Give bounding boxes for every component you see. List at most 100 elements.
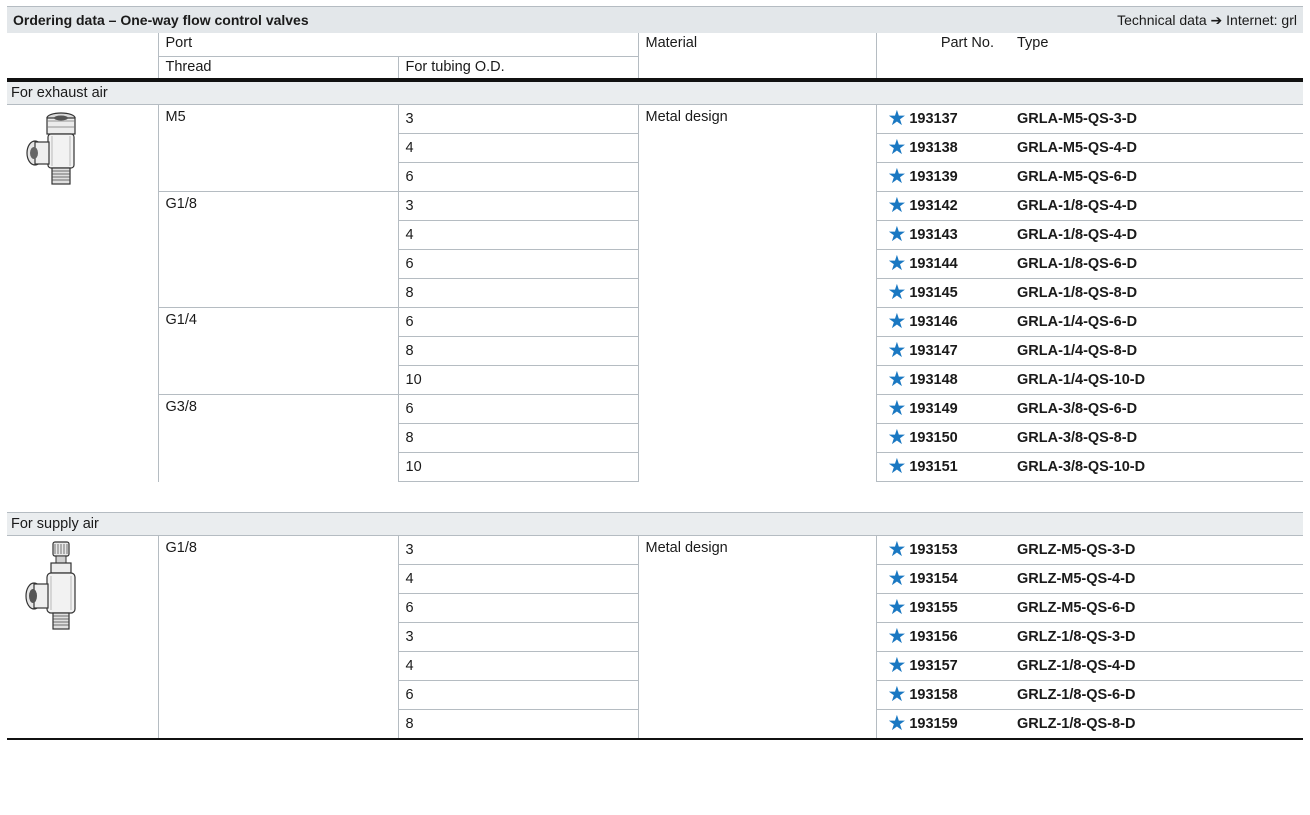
section-header-row: For supply air xyxy=(7,512,1303,536)
part-number: ★ 193153 xyxy=(884,537,958,561)
arrow-right-icon: ➔ xyxy=(1210,11,1223,28)
type-cell: GRLZ-1/8-QS-4-D xyxy=(1010,651,1303,681)
part-number: ★ 193144 xyxy=(884,251,958,275)
part-number-value: 193153 xyxy=(909,542,958,558)
part-no-cell: ★ 193154 xyxy=(876,564,1010,594)
part-number: ★ 193145 xyxy=(884,280,958,304)
type-cell: GRLZ-M5-QS-6-D xyxy=(1010,593,1303,623)
part-number: ★ 193137 xyxy=(884,106,958,130)
section-spacer xyxy=(7,481,1303,513)
part-no-cell: ★ 193156 xyxy=(876,622,1010,652)
part-no-cell: ★ 193155 xyxy=(876,593,1010,623)
star-icon: ★ xyxy=(887,624,907,648)
section-header-row: For exhaust air xyxy=(7,79,1303,105)
part-no-cell: ★ 193138 xyxy=(876,133,1010,163)
type-cell: GRLZ-M5-QS-3-D xyxy=(1010,535,1303,565)
part-number: ★ 193149 xyxy=(884,398,958,420)
header-part-no: Part No. xyxy=(876,33,1010,82)
one-way-flow-control-valve-exhaust-icon xyxy=(14,109,151,199)
type-cell: GRLA-3/8-QS-8-D xyxy=(1010,423,1303,453)
part-no-cell: ★ 193151 xyxy=(876,452,1010,482)
star-icon: ★ xyxy=(887,106,907,130)
type-cell: GRLZ-1/8-QS-6-D xyxy=(1010,680,1303,710)
part-number: ★ 193155 xyxy=(884,597,958,619)
part-number-value: 193142 xyxy=(909,198,958,214)
tubing-od-cell: 6 xyxy=(398,593,639,623)
part-number: ★ 193142 xyxy=(884,193,958,217)
part-number-value: 193148 xyxy=(909,372,958,388)
star-icon: ★ xyxy=(887,280,907,304)
part-number-value: 193156 xyxy=(909,629,958,645)
internet-link[interactable]: Internet: grl xyxy=(1226,12,1297,28)
part-number-value: 193145 xyxy=(909,285,958,301)
tubing-od-cell: 10 xyxy=(398,452,639,482)
section-label: For supply air xyxy=(7,512,1303,536)
technical-data-link[interactable]: Technical data ➔ Internet: grl xyxy=(1117,12,1297,29)
star-icon: ★ xyxy=(887,454,907,478)
type-cell: GRLZ-M5-QS-4-D xyxy=(1010,564,1303,594)
tubing-od-cell: 4 xyxy=(398,220,639,250)
header-material: Material xyxy=(638,33,877,82)
part-no-cell: ★ 193142 xyxy=(876,191,1010,221)
type-cell: GRLA-1/8-QS-8-D xyxy=(1010,278,1303,308)
star-icon: ★ xyxy=(887,251,907,275)
ordering-data-sheet: Ordering data – One-way flow control val… xyxy=(7,6,1303,740)
tubing-od-cell: 3 xyxy=(398,104,639,134)
part-number-value: 193143 xyxy=(909,227,958,243)
star-icon: ★ xyxy=(887,367,907,391)
star-icon: ★ xyxy=(887,682,907,706)
material-cell: Metal design xyxy=(638,535,877,740)
table-row: M5 3 Metal design ★ 193137 GRLA-M5-QS-3-D xyxy=(7,104,1303,482)
title-bar: Ordering data – One-way flow control val… xyxy=(7,6,1303,33)
part-no-cell: ★ 193149 xyxy=(876,394,1010,424)
part-no-cell: ★ 193150 xyxy=(876,423,1010,453)
tubing-od-cell: 8 xyxy=(398,336,639,366)
tubing-od-cell: 8 xyxy=(398,278,639,308)
star-icon: ★ xyxy=(887,425,907,449)
part-number: ★ 193154 xyxy=(884,566,958,590)
part-number-value: 193138 xyxy=(909,140,958,156)
star-icon: ★ xyxy=(887,193,907,217)
type-cell: GRLA-3/8-QS-6-D xyxy=(1010,394,1303,424)
star-icon: ★ xyxy=(887,537,907,561)
product-image-cell xyxy=(7,535,159,740)
part-number: ★ 193150 xyxy=(884,425,958,449)
part-no-cell: ★ 193143 xyxy=(876,220,1010,250)
thread-cell: G3/8 xyxy=(158,394,399,482)
part-no-cell: ★ 193145 xyxy=(876,278,1010,308)
part-number-value: 193147 xyxy=(909,343,958,359)
section-label: For exhaust air xyxy=(7,79,1303,105)
star-icon: ★ xyxy=(887,566,907,590)
tubing-od-cell: 4 xyxy=(398,133,639,163)
tubing-od-cell: 6 xyxy=(398,680,639,710)
part-number: ★ 193139 xyxy=(884,166,958,188)
type-cell: GRLA-1/8-QS-4-D xyxy=(1010,191,1303,221)
part-number: ★ 193147 xyxy=(884,340,958,362)
material-cell: Metal design xyxy=(638,104,877,482)
part-number: ★ 193159 xyxy=(884,713,958,735)
thread-cell: G1/4 xyxy=(158,307,399,395)
part-no-cell: ★ 193148 xyxy=(876,365,1010,395)
tubing-od-cell: 3 xyxy=(398,191,639,221)
part-number-value: 193154 xyxy=(909,571,958,587)
tubing-od-cell: 4 xyxy=(398,651,639,681)
type-cell: GRLZ-1/8-QS-3-D xyxy=(1010,622,1303,652)
part-number-value: 193159 xyxy=(909,716,958,732)
star-icon: ★ xyxy=(887,222,907,246)
part-no-cell: ★ 193144 xyxy=(876,249,1010,279)
tubing-od-cell: 6 xyxy=(398,162,639,192)
type-cell: GRLZ-1/8-QS-8-D xyxy=(1010,709,1303,740)
type-cell: GRLA-M5-QS-6-D xyxy=(1010,162,1303,192)
header-row-1: Port Material Part No. Type xyxy=(7,33,1303,82)
tubing-od-cell: 3 xyxy=(398,622,639,652)
part-number-value: 193144 xyxy=(909,256,958,272)
part-no-cell: ★ 193159 xyxy=(876,709,1010,740)
part-no-cell: ★ 193157 xyxy=(876,651,1010,681)
part-number: ★ 193157 xyxy=(884,655,958,677)
tubing-od-cell: 8 xyxy=(398,423,639,453)
part-number: ★ 193146 xyxy=(884,311,958,333)
part-no-cell: ★ 193147 xyxy=(876,336,1010,366)
part-number-value: 193155 xyxy=(909,600,958,616)
product-image-cell xyxy=(7,104,159,482)
thread-cell: G1/8 xyxy=(158,535,399,740)
